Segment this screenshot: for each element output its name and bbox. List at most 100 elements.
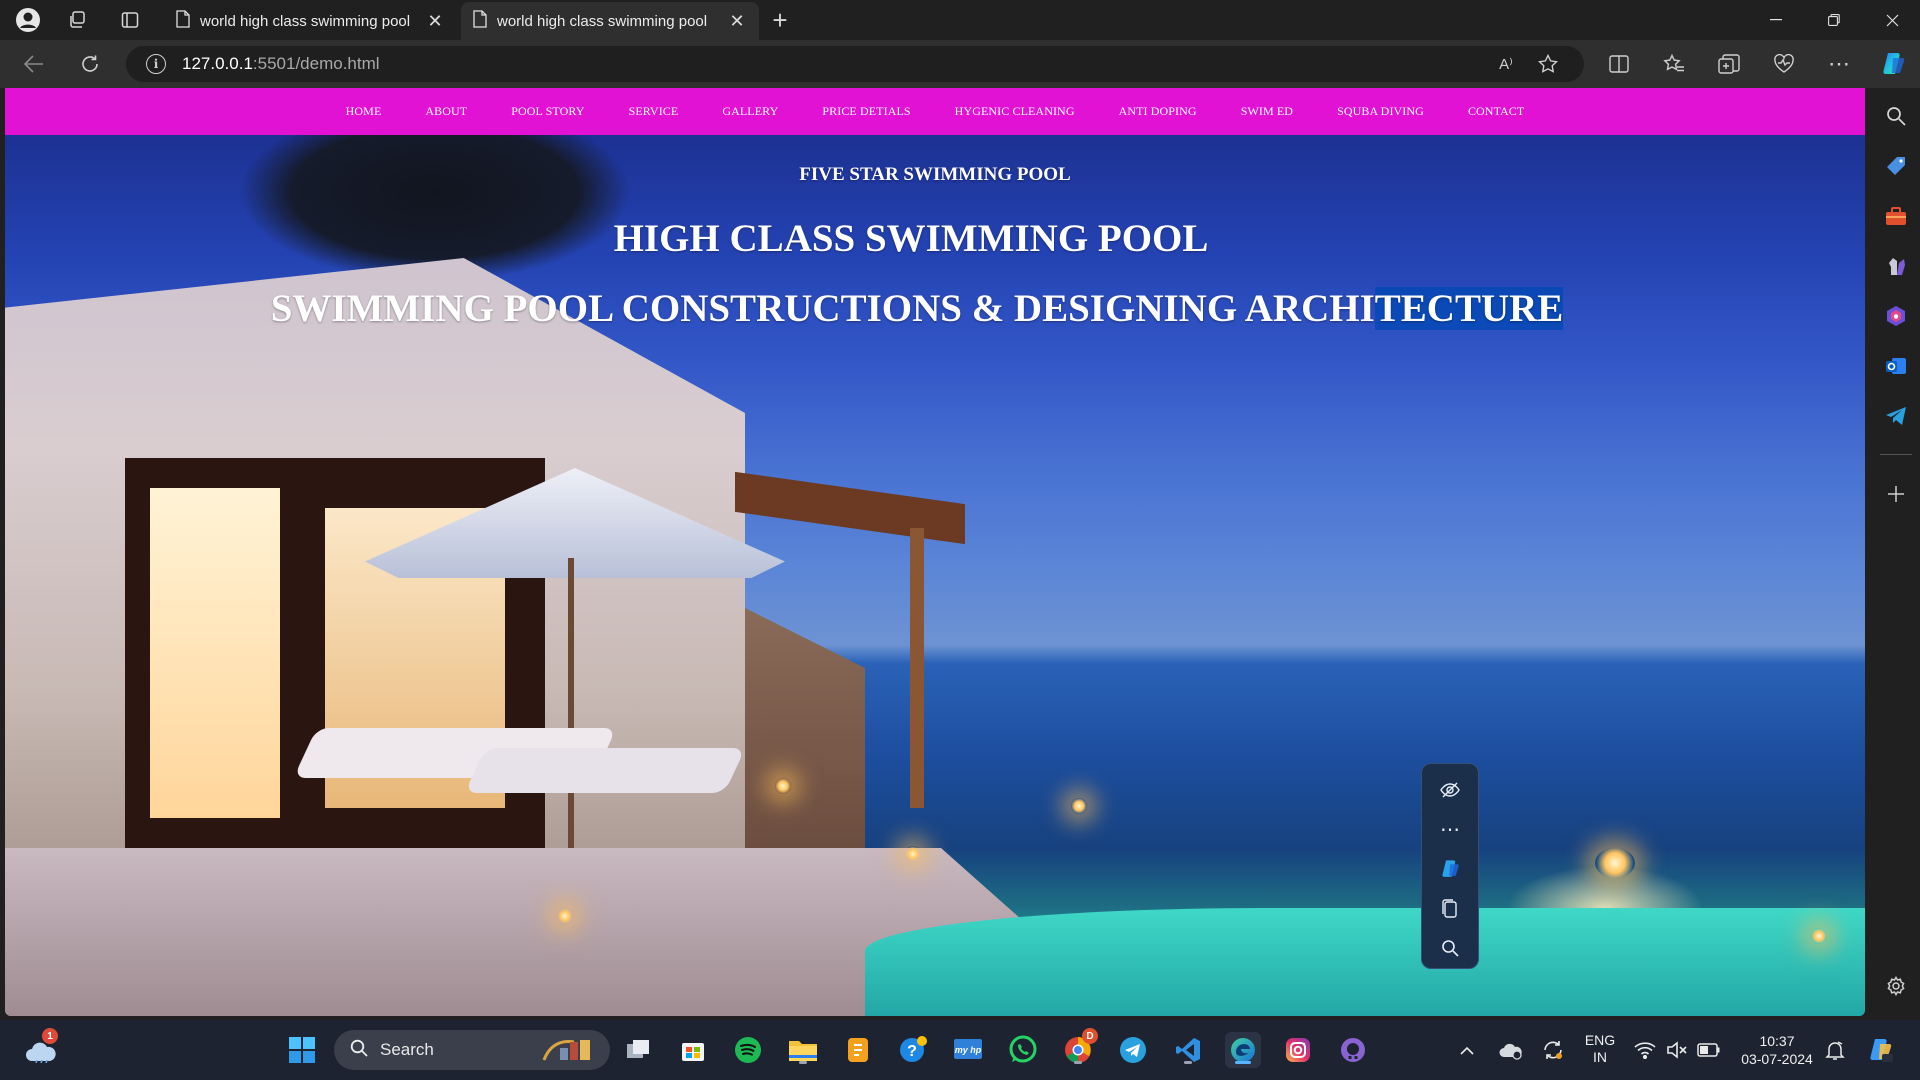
clock[interactable]: 10:37 03-07-2024: [1730, 1032, 1824, 1068]
nav-squba-diving[interactable]: SQUBA DIVING: [1337, 104, 1424, 119]
nav-home[interactable]: HOME: [346, 104, 382, 119]
tools-icon[interactable]: [1882, 202, 1910, 230]
volume-muted-icon[interactable]: [1662, 1032, 1692, 1068]
workspaces-icon[interactable]: [58, 0, 98, 40]
language-indicator[interactable]: ENG IN: [1580, 1032, 1620, 1066]
new-tab-button[interactable]: +: [762, 0, 798, 40]
svg-text:my hp: my hp: [955, 1045, 982, 1055]
nav-pool-story[interactable]: POOL STORY: [511, 104, 584, 119]
tab-2-active[interactable]: world high class swimming pool ✕: [461, 2, 759, 40]
office-icon[interactable]: [1882, 302, 1910, 330]
help-icon[interactable]: ?: [895, 1032, 931, 1068]
search-icon[interactable]: [1430, 928, 1470, 968]
wooden-pergola: [735, 471, 965, 545]
collections-icon[interactable]: [1706, 40, 1752, 88]
hide-eye-icon[interactable]: [1430, 770, 1470, 810]
vscode-icon[interactable]: [1170, 1032, 1206, 1068]
read-aloud-icon[interactable]: A⁾: [1488, 46, 1524, 82]
site-info-icon[interactable]: i: [146, 54, 166, 74]
files-app-icon[interactable]: [840, 1032, 876, 1068]
tab-close-icon[interactable]: ✕: [425, 11, 445, 32]
edge-icon[interactable]: [1225, 1032, 1261, 1068]
spotify-icon[interactable]: [730, 1032, 766, 1068]
running-indicator: [799, 1061, 807, 1064]
selection-mini-menu: ⋯: [1421, 763, 1479, 969]
lit-window: [150, 488, 280, 818]
candle-light: [775, 778, 791, 794]
notifications-icon[interactable]: [1820, 1032, 1850, 1068]
tab-close-icon[interactable]: ✕: [727, 11, 747, 32]
more-dots-icon[interactable]: ⋯: [1430, 810, 1470, 850]
chrome-icon[interactable]: D: [1060, 1028, 1098, 1068]
edge-sidebar: [1872, 88, 1920, 1016]
nav-swim-ed[interactable]: SWIM ED: [1241, 104, 1293, 119]
back-icon[interactable]: [14, 40, 54, 88]
search-label: Search: [380, 1040, 434, 1059]
battery-icon[interactable]: [1694, 1032, 1724, 1068]
tab-title: world high class swimming pool: [497, 12, 708, 30]
telegram-icon[interactable]: [1882, 402, 1910, 430]
favorites-icon[interactable]: [1651, 40, 1697, 88]
instagram-icon[interactable]: [1280, 1032, 1316, 1068]
close-window-icon[interactable]: [1864, 0, 1920, 40]
myhp-icon[interactable]: my hp: [950, 1032, 986, 1068]
active-indicator: [1235, 1061, 1251, 1064]
task-view-icon[interactable]: [620, 1032, 656, 1068]
telegram-icon[interactable]: [1115, 1032, 1151, 1068]
search-icon[interactable]: [1882, 102, 1910, 130]
refresh-icon[interactable]: [70, 40, 110, 88]
outlook-icon[interactable]: [1882, 352, 1910, 380]
games-icon[interactable]: [1882, 252, 1910, 280]
svg-text:?: ?: [907, 1043, 917, 1060]
page-icon: [473, 10, 487, 32]
profile-badge: D: [1082, 1028, 1098, 1044]
vertical-tabs-icon[interactable]: [110, 0, 150, 40]
minimize-icon[interactable]: [1748, 0, 1804, 40]
restore-icon[interactable]: [1806, 0, 1862, 40]
nav-gallery[interactable]: GALLERY: [722, 104, 778, 119]
nav-price-details[interactable]: PRICE DETIALS: [822, 104, 910, 119]
address-bar[interactable]: i 127.0.0.1:5501/demo.html A⁾: [126, 46, 1584, 82]
file-explorer-icon[interactable]: [785, 1032, 821, 1068]
taskbar-search-box[interactable]: Search: [334, 1030, 610, 1070]
profile-icon[interactable]: [8, 0, 48, 40]
url-text[interactable]: 127.0.0.1:5501/demo.html: [182, 54, 380, 74]
sun-lounger: [464, 748, 746, 793]
settings-icon[interactable]: [1882, 972, 1910, 1000]
nav-anti-doping[interactable]: ANTI DOPING: [1119, 104, 1197, 119]
wifi-icon[interactable]: [1630, 1032, 1660, 1068]
nav-service[interactable]: SERVICE: [629, 104, 679, 119]
browser-essentials-icon[interactable]: [1761, 40, 1807, 88]
whatsapp-icon[interactable]: [1005, 1032, 1041, 1068]
store-icon[interactable]: [675, 1032, 711, 1068]
split-screen-icon[interactable]: [1596, 40, 1642, 88]
shopping-tag-icon[interactable]: [1882, 152, 1910, 180]
search-icon: [350, 1039, 368, 1062]
clock-time: 10:37: [1759, 1033, 1795, 1049]
umbrella-pole: [568, 558, 574, 848]
more-icon[interactable]: ⋯: [1816, 40, 1862, 88]
github-icon[interactable]: [1335, 1032, 1371, 1068]
add-icon[interactable]: [1882, 480, 1910, 508]
candle-light: [1811, 928, 1827, 944]
infinity-pool: [865, 908, 1865, 1016]
hero-title: HIGH CLASS SWIMMING POOL: [613, 217, 1209, 260]
page-viewport: HOME ABOUT POOL STORY SERVICE GALLERY PR…: [5, 88, 1865, 1016]
tab-1[interactable]: world high class swimming pool ✕: [164, 2, 457, 40]
onedrive-icon[interactable]: [1494, 1032, 1528, 1068]
copilot-taskbar-icon[interactable]: [1862, 1032, 1898, 1068]
nav-about[interactable]: ABOUT: [425, 104, 467, 119]
notification-badge: 1: [42, 1028, 58, 1044]
copy-icon[interactable]: [1430, 889, 1470, 929]
copilot-icon[interactable]: [1430, 849, 1470, 889]
nav-hygenic-cleaning[interactable]: HYGENIC CLEANING: [955, 104, 1075, 119]
favorite-star-icon[interactable]: [1530, 46, 1566, 82]
sync-icon[interactable]: [1536, 1032, 1570, 1068]
running-indicator: [1184, 1061, 1192, 1064]
clock-date: 03-07-2024: [1741, 1051, 1813, 1067]
nav-contact[interactable]: CONTACT: [1468, 104, 1524, 119]
weather-icon[interactable]: 1: [22, 1028, 58, 1068]
show-hidden-icons[interactable]: [1455, 1032, 1479, 1068]
start-icon[interactable]: [284, 1032, 320, 1068]
copilot-icon[interactable]: [1870, 40, 1916, 88]
